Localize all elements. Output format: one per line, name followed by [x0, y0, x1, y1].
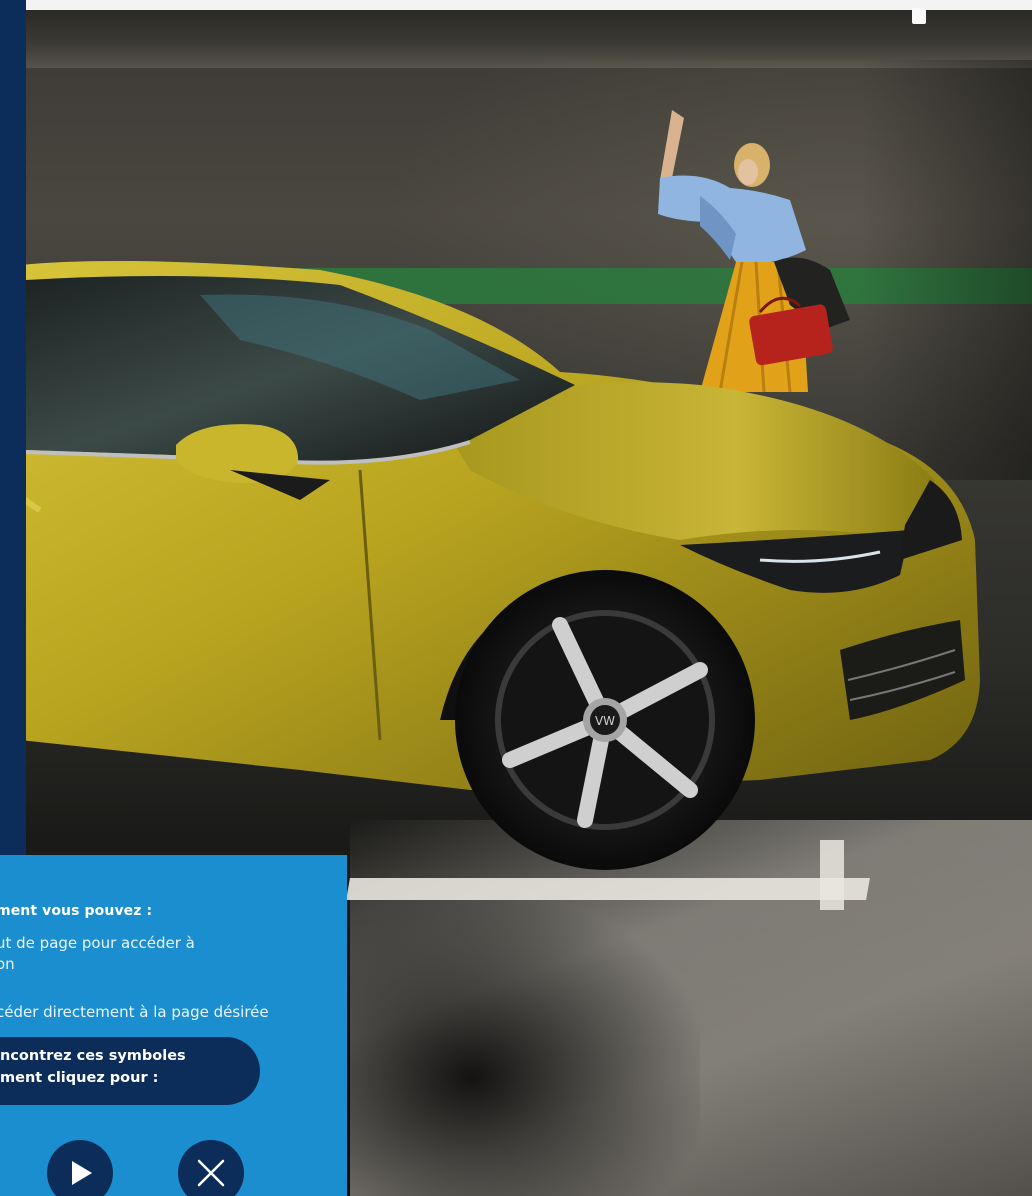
svg-text:VW: VW — [595, 714, 615, 728]
side-navigation-strip — [0, 0, 26, 855]
close-icon — [197, 1159, 225, 1187]
play-icon — [72, 1161, 92, 1185]
symbols-note-pill: ncontrez ces symboles ment cliquez pour … — [0, 1037, 260, 1105]
help-text-line: céder directement à la page désirée — [0, 1003, 269, 1021]
symbols-note-line: ncontrez ces symboles — [0, 1048, 186, 1064]
play-button[interactable] — [47, 1140, 113, 1196]
help-text-line: on — [0, 955, 15, 973]
help-heading: ment vous pouvez : — [0, 903, 153, 919]
symbols-note-line: ment cliquez pour : — [0, 1070, 159, 1086]
help-overlay-panel: ment vous pouvez : ut de page pour accéd… — [0, 855, 347, 1196]
close-button[interactable] — [178, 1140, 244, 1196]
page: VW ment vous pouvez : ut de page pour ac… — [0, 0, 1032, 1196]
help-text-line: ut de page pour accéder à — [0, 934, 195, 952]
